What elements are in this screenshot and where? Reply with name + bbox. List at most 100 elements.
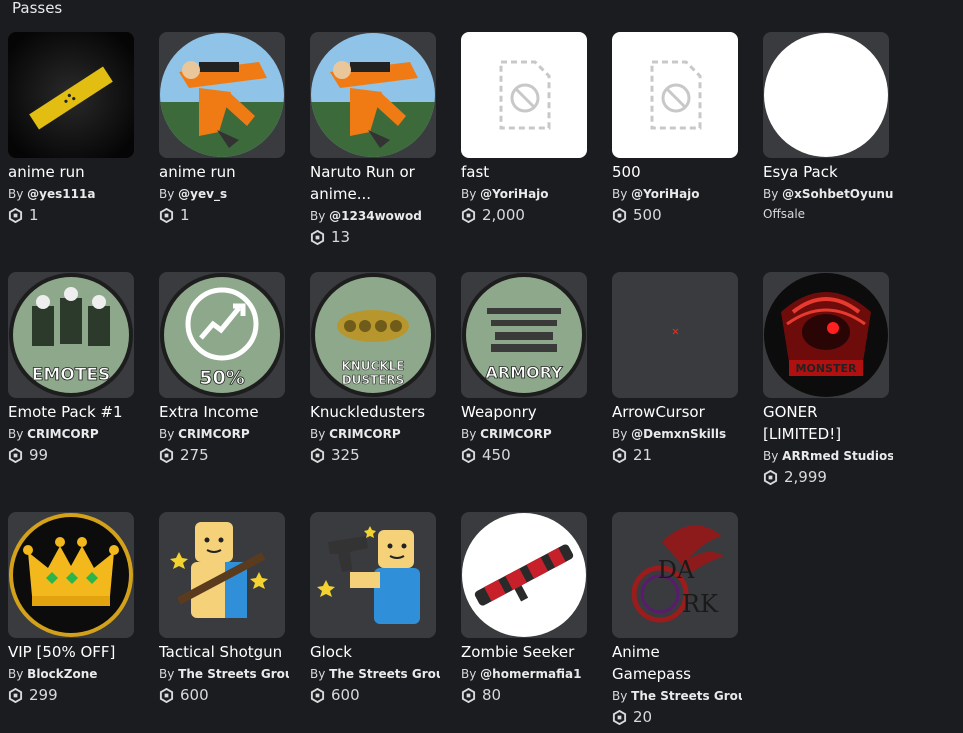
- creator-link[interactable]: @yes111a: [27, 187, 95, 201]
- creator-link[interactable]: BlockZone: [27, 667, 97, 681]
- pass-card[interactable]: DA RK Anime Gamepass By The Streets Grou…: [612, 512, 742, 728]
- pass-thumbnail[interactable]: [310, 512, 436, 638]
- pass-creator[interactable]: By @homermafia1: [461, 664, 591, 684]
- pass-name[interactable]: Anime Gamepass: [612, 641, 742, 685]
- by-label: By: [159, 667, 175, 681]
- by-label: By: [310, 209, 326, 223]
- pass-creator[interactable]: By CRIMCORP: [159, 424, 289, 444]
- pass-thumbnail[interactable]: 50%: [159, 272, 285, 398]
- passes-grid: anime run By @yes111a 1 anime run By @ye…: [0, 0, 963, 733]
- pass-card[interactable]: Naruto Run or anime... By @1234wowod 13: [310, 32, 436, 248]
- robux-icon: [310, 447, 325, 463]
- pass-name[interactable]: Knuckledusters: [310, 401, 440, 423]
- pass-creator[interactable]: By BlockZone: [8, 664, 138, 684]
- pass-name[interactable]: fast: [461, 161, 591, 183]
- pass-creator[interactable]: By CRIMCORP: [8, 424, 138, 444]
- thumb-label: 50%: [199, 367, 244, 389]
- pass-name[interactable]: VIP [50% OFF]: [8, 641, 138, 663]
- pass-name[interactable]: Weaponry: [461, 401, 591, 423]
- pass-name[interactable]: Tactical Shotgun: [159, 641, 289, 663]
- pass-card[interactable]: ArrowCursor By @DemxnSkills 21: [612, 272, 738, 466]
- pass-thumbnail[interactable]: EMOTES: [8, 272, 134, 398]
- pass-name[interactable]: Extra Income: [159, 401, 289, 423]
- price-value: 1: [29, 206, 39, 224]
- pass-thumbnail[interactable]: MONSTER: [763, 272, 889, 398]
- pass-card[interactable]: VIP [50% OFF] By BlockZone 299: [8, 512, 134, 706]
- creator-link[interactable]: @YoriHajo: [631, 187, 699, 201]
- pass-name[interactable]: Zombie Seeker: [461, 641, 591, 663]
- creator-link[interactable]: @xSohbetOyunu...: [782, 187, 893, 201]
- pass-creator[interactable]: By CRIMCORP: [310, 424, 440, 444]
- creator-link[interactable]: @YoriHajo: [480, 187, 548, 201]
- pass-thumbnail[interactable]: DA RK: [612, 512, 738, 638]
- pass-name[interactable]: Glock: [310, 641, 440, 663]
- creator-link[interactable]: CRIMCORP: [178, 427, 250, 441]
- price-value: 21: [633, 446, 653, 464]
- creator-link[interactable]: ARRmed Studios: [782, 449, 893, 463]
- pass-creator[interactable]: By @DemxnSkills: [612, 424, 742, 444]
- pass-creator[interactable]: By ARRmed Studios: [763, 446, 893, 466]
- creator-link[interactable]: @yev_s: [178, 187, 227, 201]
- pass-thumbnail[interactable]: [159, 32, 285, 158]
- pass-price: 13: [310, 226, 436, 248]
- pass-creator[interactable]: By @1234wowod: [310, 206, 440, 226]
- pass-thumbnail[interactable]: [763, 32, 889, 158]
- pass-creator[interactable]: By CRIMCORP: [461, 424, 591, 444]
- pass-name[interactable]: anime run: [159, 161, 289, 183]
- creator-link[interactable]: The Streets Group: [631, 689, 742, 703]
- pass-creator[interactable]: By @xSohbetOyunu...: [763, 184, 893, 204]
- pass-name[interactable]: 500: [612, 161, 742, 183]
- pass-thumbnail[interactable]: ARMORY: [461, 272, 587, 398]
- pass-card[interactable]: KNUCKLE DUSTERS Knuckledusters By CRIMCO…: [310, 272, 436, 466]
- pass-name[interactable]: Naruto Run or anime...: [310, 161, 440, 205]
- pass-thumbnail[interactable]: [612, 32, 738, 158]
- pass-price: 20: [612, 706, 738, 728]
- pass-card[interactable]: EMOTES Emote Pack #1 By CRIMCORP 99: [8, 272, 134, 466]
- creator-link[interactable]: CRIMCORP: [27, 427, 99, 441]
- creator-link[interactable]: The Streets Group: [178, 667, 289, 681]
- pass-price: 2,000: [461, 204, 587, 226]
- creator-link[interactable]: CRIMCORP: [480, 427, 552, 441]
- pass-name[interactable]: Esya Pack: [763, 161, 893, 183]
- pass-creator[interactable]: By The Streets Group: [159, 664, 289, 684]
- pass-card[interactable]: fast By @YoriHajo 2,000: [461, 32, 587, 226]
- pass-thumbnail[interactable]: [612, 272, 738, 398]
- pass-thumbnail[interactable]: [8, 512, 134, 638]
- thumb-label: RK: [682, 590, 719, 618]
- pass-creator[interactable]: By @YoriHajo: [612, 184, 742, 204]
- price-value: 275: [180, 446, 209, 464]
- pass-price: 99: [8, 444, 134, 466]
- pass-thumbnail[interactable]: [461, 512, 587, 638]
- creator-link[interactable]: CRIMCORP: [329, 427, 401, 441]
- pass-name[interactable]: Emote Pack #1: [8, 401, 138, 423]
- creator-link[interactable]: @1234wowod: [329, 209, 422, 223]
- pass-card[interactable]: 500 By @YoriHajo 500: [612, 32, 738, 226]
- creator-link[interactable]: @DemxnSkills: [631, 427, 726, 441]
- pass-creator[interactable]: By The Streets Group: [310, 664, 440, 684]
- pass-card[interactable]: Esya Pack By @xSohbetOyunu... Offsale: [763, 32, 893, 224]
- pass-name[interactable]: ArrowCursor: [612, 401, 742, 423]
- creator-link[interactable]: @homermafia1: [480, 667, 581, 681]
- pass-creator[interactable]: By @yev_s: [159, 184, 289, 204]
- pass-card[interactable]: 50% Extra Income By CRIMCORP 275: [159, 272, 285, 466]
- pass-name[interactable]: GONER [LIMITED!]: [763, 401, 893, 445]
- pass-thumbnail[interactable]: [310, 32, 436, 158]
- pass-thumbnail[interactable]: [461, 32, 587, 158]
- pass-card[interactable]: anime run By @yes111a 1: [8, 32, 134, 226]
- pass-card[interactable]: Tactical Shotgun By The Streets Group 60…: [159, 512, 289, 706]
- pass-card[interactable]: ARMORY Weaponry By CRIMCORP 450: [461, 272, 587, 466]
- by-label: By: [461, 427, 477, 441]
- pass-card[interactable]: anime run By @yev_s 1: [159, 32, 285, 226]
- pass-creator[interactable]: By The Streets Group: [612, 686, 742, 706]
- pass-card[interactable]: MONSTER GONER [LIMITED!] By ARRmed Studi…: [763, 272, 893, 488]
- pass-thumbnail[interactable]: [8, 32, 134, 158]
- pass-name[interactable]: anime run: [8, 161, 138, 183]
- pass-card[interactable]: Glock By The Streets Group 600: [310, 512, 440, 706]
- knuckledusters-badge-image: KNUCKLE DUSTERS: [311, 273, 435, 397]
- pass-thumbnail[interactable]: KNUCKLE DUSTERS: [310, 272, 436, 398]
- pass-creator[interactable]: By @YoriHajo: [461, 184, 591, 204]
- pass-thumbnail[interactable]: [159, 512, 285, 638]
- pass-creator[interactable]: By @yes111a: [8, 184, 138, 204]
- pass-card[interactable]: Zombie Seeker By @homermafia1 80: [461, 512, 587, 706]
- creator-link[interactable]: The Streets Group: [329, 667, 440, 681]
